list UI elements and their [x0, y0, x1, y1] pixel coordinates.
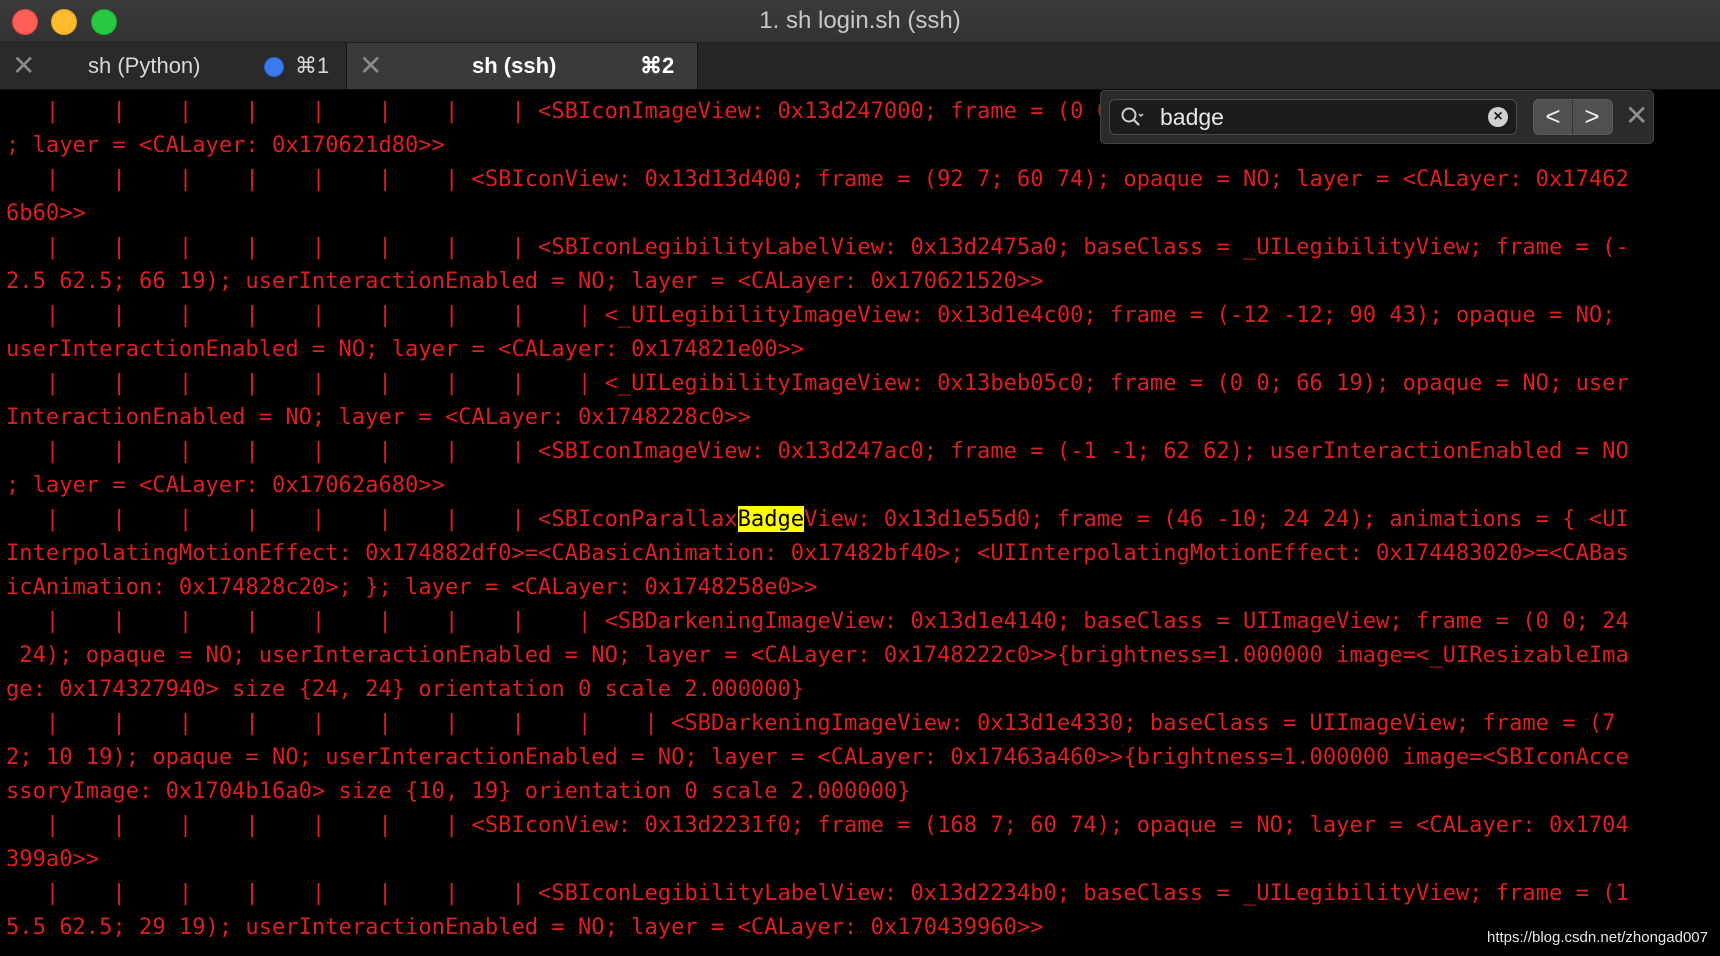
find-previous-button[interactable]: < — [1534, 100, 1573, 134]
terminal-line: | | | | | | | | <SBIconImageView: 0x13d2… — [6, 438, 1629, 464]
tab-close-icon[interactable]: ✕ — [359, 49, 382, 83]
terminal-line: 2.5 62.5; 66 19); userInteractionEnabled… — [6, 268, 1044, 294]
tab-sh-python[interactable]: ✕ sh (Python) ⌘1 — [0, 43, 347, 89]
tab-close-icon[interactable]: ✕ — [12, 49, 35, 83]
search-match-highlight: Badge — [737, 506, 805, 532]
find-close-icon[interactable]: ✕ — [1625, 99, 1648, 133]
terminal-line: 5.5 62.5; 29 19); userInteractionEnabled… — [6, 914, 1044, 940]
window-title: 1. sh login.sh (ssh) — [759, 7, 961, 34]
search-icon[interactable] — [1120, 105, 1144, 129]
find-bar: × < > ✕ — [1100, 90, 1654, 144]
terminal-line: 2; 10 19); opaque = NO; userInteractionE… — [6, 744, 1629, 770]
watermark: https://blog.csdn.net/zhongad007 — [1486, 929, 1708, 946]
title-bar: 1. sh login.sh (ssh) — [0, 0, 1720, 43]
activity-indicator-icon — [264, 57, 284, 77]
terminal-line: | | | | | | | | <SBIconParallaxBadgeView… — [6, 506, 1629, 532]
terminal-line: | | | | | | | | | <SBDarkeningImageView:… — [6, 608, 1629, 634]
tab-bar: ✕ sh (Python) ⌘1 ✕ sh (ssh) ⌘2 — [0, 43, 1720, 90]
terminal-line: ge: 0x174327940> size {24, 24} orientati… — [6, 676, 805, 702]
terminal-line: | | | | | | | | | | <SBDarkeningImageVie… — [6, 710, 1616, 736]
find-next-button[interactable]: > — [1573, 100, 1611, 134]
search-input[interactable] — [1160, 103, 1460, 131]
find-navigation: < > — [1533, 99, 1613, 135]
terminal-line: 399a0>> — [6, 846, 100, 872]
terminal-line: 6b60>> — [6, 200, 86, 226]
terminal-line: ; layer = <CALayer: 0x17062a680>> — [6, 472, 445, 498]
terminal-line: 24); opaque = NO; userInteractionEnabled… — [6, 642, 1629, 668]
tab-sh-ssh[interactable]: ✕ sh (ssh) ⌘2 — [347, 43, 698, 89]
terminal-line: | | | | | | | | <SBIconLegibilityLabelVi… — [6, 880, 1629, 906]
tab-shortcut: ⌘1 — [295, 53, 330, 78]
terminal-line: | | | | | | | | | <_UILegibilityImageVie… — [6, 302, 1616, 328]
terminal-line: | | | | | | | <SBIconView: 0x13d13d400; … — [6, 166, 1629, 192]
tab-shortcut: ⌘2 — [640, 53, 675, 78]
tab-label: sh (Python) — [88, 53, 201, 78]
terminal-line: InteractionEnabled = NO; layer = <CALaye… — [6, 404, 751, 430]
terminal-output[interactable]: | | | | | | | | <SBIconImageView: 0x13d2… — [6, 94, 1716, 942]
terminal-line: ssoryImage: 0x1704b16a0> size {10, 19} o… — [6, 778, 911, 804]
terminal-line: userInteractionEnabled = NO; layer = <CA… — [6, 336, 805, 362]
terminal-line: | | | | | | | | <SBIconLegibilityLabelVi… — [6, 234, 1629, 260]
terminal-line: InterpolatingMotionEffect: 0x174882df0>=… — [6, 540, 1629, 566]
terminal-line: | | | | | | | <SBIconView: 0x13d2231f0; … — [6, 812, 1629, 838]
terminal-line: | | | | | | | | | <_UILegibilityImageVie… — [6, 370, 1629, 396]
terminal-line: icAnimation: 0x174828c20>; }; layer = <C… — [6, 574, 818, 600]
clear-search-icon[interactable]: × — [1488, 107, 1508, 127]
find-field[interactable]: × — [1109, 99, 1517, 135]
tab-label: sh (ssh) — [472, 53, 557, 78]
